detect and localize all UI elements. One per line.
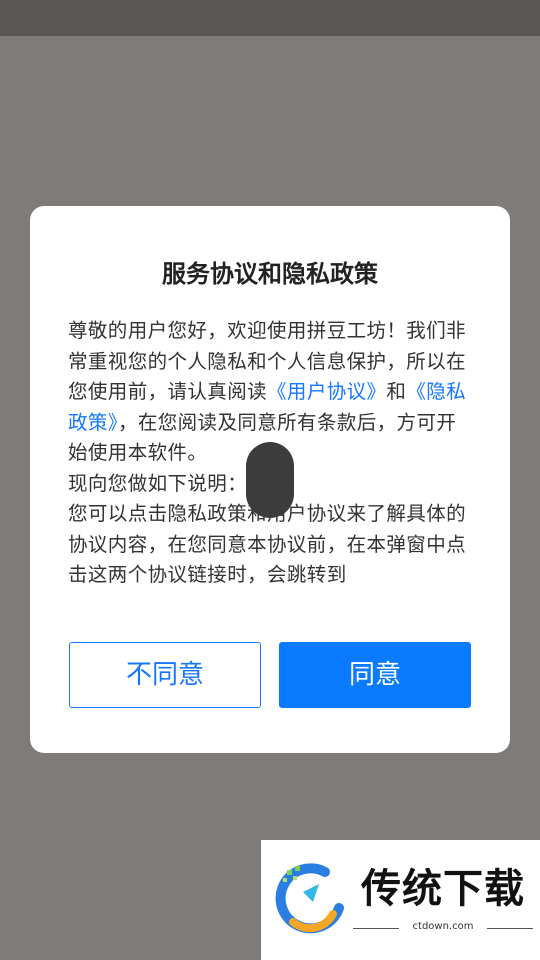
agree-button[interactable]: 同意 [279,642,471,708]
watermark-brand-text: 传统下载 [361,866,525,912]
user-agreement-link[interactable]: 《用户协议》 [267,380,386,403]
watermark-domain-text: ctdown.com [412,921,474,932]
brand-logo-icon [275,863,344,934]
watermark-divider-right [487,928,533,929]
disagree-button[interactable]: 不同意 [69,642,261,708]
watermark-badge: 传统下载 ctdown.com [261,840,540,960]
status-bar [0,0,540,36]
dialog-title: 服务协议和隐私政策 [162,260,378,288]
touch-indicator [246,442,294,518]
conjunction-text: 和 [386,380,407,403]
